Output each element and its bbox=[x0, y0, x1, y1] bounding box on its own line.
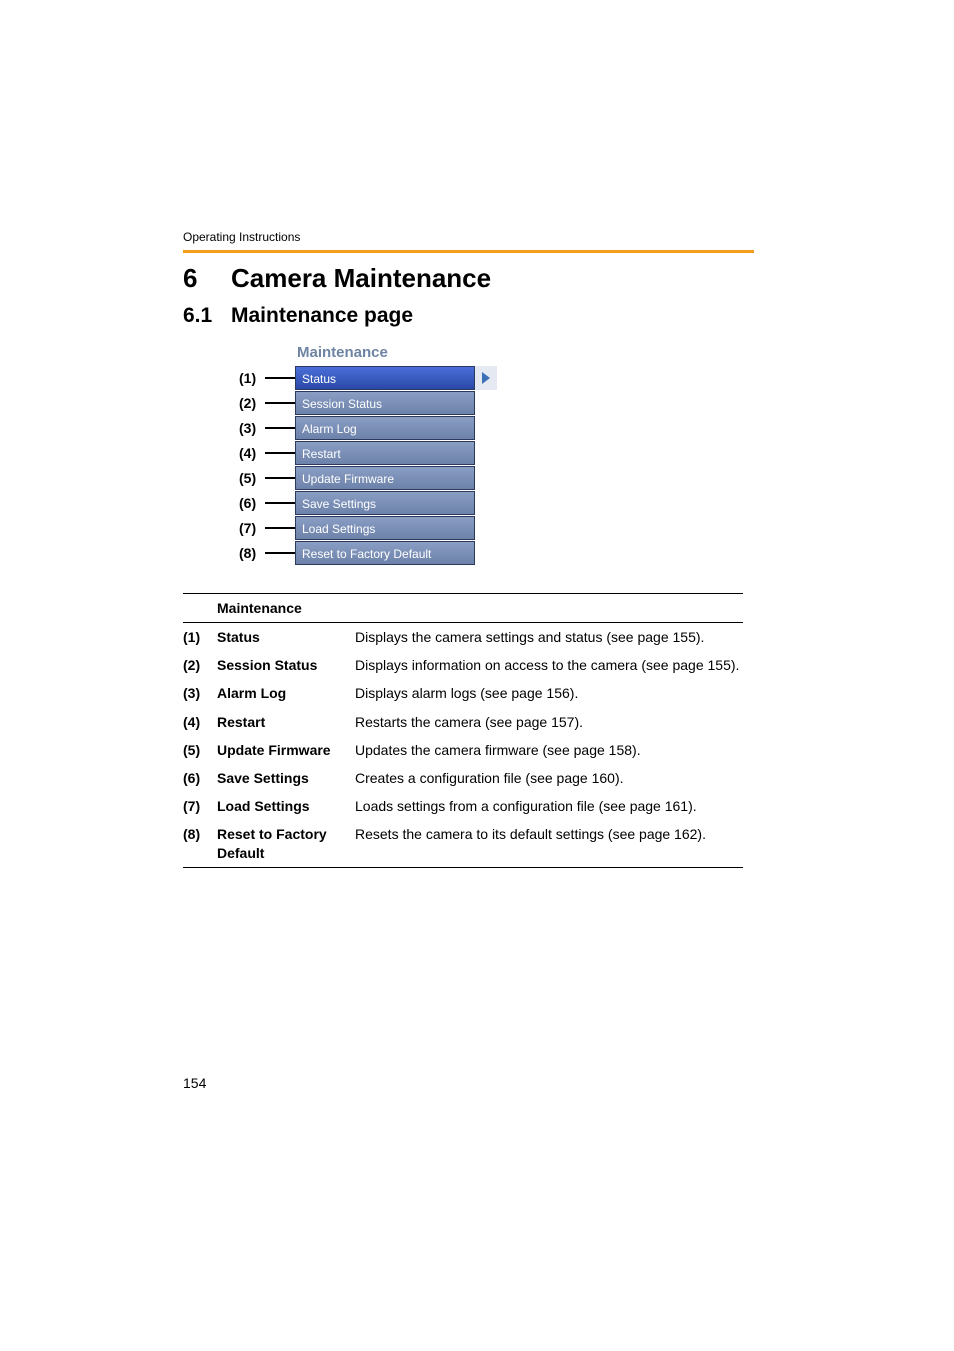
row-text: Restarts the camera (see page 157). bbox=[355, 713, 743, 731]
page-number: 154 bbox=[183, 1075, 206, 1091]
menu-row: (1) Status bbox=[239, 365, 559, 390]
callout-connector bbox=[265, 377, 295, 379]
chapter-title: Camera Maintenance bbox=[231, 263, 491, 293]
callout-number: (6) bbox=[239, 495, 265, 511]
row-name: Update Firmware bbox=[217, 741, 355, 759]
row-number: (3) bbox=[183, 684, 217, 702]
menu-item-reset-factory[interactable]: Reset to Factory Default bbox=[295, 541, 475, 565]
running-header: Operating Instructions bbox=[183, 230, 754, 244]
row-text: Displays the camera settings and status … bbox=[355, 628, 743, 646]
row-name: Load Settings bbox=[217, 797, 355, 815]
menu-row: (2) Session Status bbox=[239, 390, 559, 415]
callout-connector bbox=[265, 477, 295, 479]
menu-row: (8) Reset to Factory Default bbox=[239, 540, 559, 565]
callout-connector bbox=[265, 552, 295, 554]
callout-number: (3) bbox=[239, 420, 265, 436]
menu-header: Maintenance bbox=[239, 340, 559, 365]
document-page: Operating Instructions 6Camera Maintenan… bbox=[0, 0, 954, 1351]
row-name: Session Status bbox=[217, 656, 355, 674]
menu-item-status[interactable]: Status bbox=[295, 366, 475, 390]
table-row: (3) Alarm Log Displays alarm logs (see p… bbox=[183, 679, 743, 707]
table-row: (7) Load Settings Loads settings from a … bbox=[183, 792, 743, 820]
row-number: (6) bbox=[183, 769, 217, 787]
table-row: (6) Save Settings Creates a configuratio… bbox=[183, 764, 743, 792]
callout-number: (8) bbox=[239, 545, 265, 561]
callout-number: (7) bbox=[239, 520, 265, 536]
section-title: Maintenance page bbox=[231, 304, 413, 327]
chapter-heading: 6Camera Maintenance bbox=[183, 263, 754, 294]
table-row: (8) Reset to Factory Default Resets the … bbox=[183, 820, 743, 866]
row-number: (1) bbox=[183, 628, 217, 646]
menu-row: (3) Alarm Log bbox=[239, 415, 559, 440]
row-text: Displays alarm logs (see page 156). bbox=[355, 684, 743, 702]
menu-row: (6) Save Settings bbox=[239, 490, 559, 515]
callout-connector bbox=[265, 527, 295, 529]
row-number: (5) bbox=[183, 741, 217, 759]
row-name: Alarm Log bbox=[217, 684, 355, 702]
section-heading: 6.1Maintenance page bbox=[183, 304, 754, 328]
row-number: (4) bbox=[183, 713, 217, 731]
row-name: Status bbox=[217, 628, 355, 646]
menu-row: (5) Update Firmware bbox=[239, 465, 559, 490]
row-text: Resets the camera to its default setting… bbox=[355, 825, 743, 861]
row-text: Creates a configuration file (see page 1… bbox=[355, 769, 743, 787]
callout-connector bbox=[265, 402, 295, 404]
menu-item-session-status[interactable]: Session Status bbox=[295, 391, 475, 415]
table-row: (1) Status Displays the camera settings … bbox=[183, 623, 743, 651]
table-header: Maintenance bbox=[183, 594, 743, 622]
callout-number: (4) bbox=[239, 445, 265, 461]
menu-item-update-firmware[interactable]: Update Firmware bbox=[295, 466, 475, 490]
row-name: Restart bbox=[217, 713, 355, 731]
table-bottom-rule bbox=[183, 867, 743, 868]
row-number: (8) bbox=[183, 825, 217, 861]
table-row: (4) Restart Restarts the camera (see pag… bbox=[183, 708, 743, 736]
menu-row: (4) Restart bbox=[239, 440, 559, 465]
row-text: Displays information on access to the ca… bbox=[355, 656, 743, 674]
row-name: Save Settings bbox=[217, 769, 355, 787]
callout-number: (1) bbox=[239, 370, 265, 386]
menu-arrow bbox=[475, 366, 497, 390]
row-number: (2) bbox=[183, 656, 217, 674]
callout-number: (2) bbox=[239, 395, 265, 411]
menu-item-load-settings[interactable]: Load Settings bbox=[295, 516, 475, 540]
row-name: Reset to Factory Default bbox=[217, 825, 355, 861]
header-rule bbox=[183, 250, 754, 253]
section-number: 6.1 bbox=[183, 304, 231, 328]
callout-connector bbox=[265, 427, 295, 429]
callout-connector bbox=[265, 502, 295, 504]
callout-connector bbox=[265, 452, 295, 454]
row-text: Updates the camera firmware (see page 15… bbox=[355, 741, 743, 759]
table-row: (2) Session Status Displays information … bbox=[183, 651, 743, 679]
menu-item-save-settings[interactable]: Save Settings bbox=[295, 491, 475, 515]
menu-row: (7) Load Settings bbox=[239, 515, 559, 540]
chapter-number: 6 bbox=[183, 263, 231, 294]
row-text: Loads settings from a configuration file… bbox=[355, 797, 743, 815]
table-row: (5) Update Firmware Updates the camera f… bbox=[183, 736, 743, 764]
menu-item-restart[interactable]: Restart bbox=[295, 441, 475, 465]
description-table: Maintenance (1) Status Displays the came… bbox=[183, 593, 743, 868]
callout-number: (5) bbox=[239, 470, 265, 486]
chevron-right-icon bbox=[482, 372, 490, 384]
menu-item-alarm-log[interactable]: Alarm Log bbox=[295, 416, 475, 440]
menu-figure: Maintenance (1) Status (2) Session Statu… bbox=[239, 340, 559, 565]
row-number: (7) bbox=[183, 797, 217, 815]
